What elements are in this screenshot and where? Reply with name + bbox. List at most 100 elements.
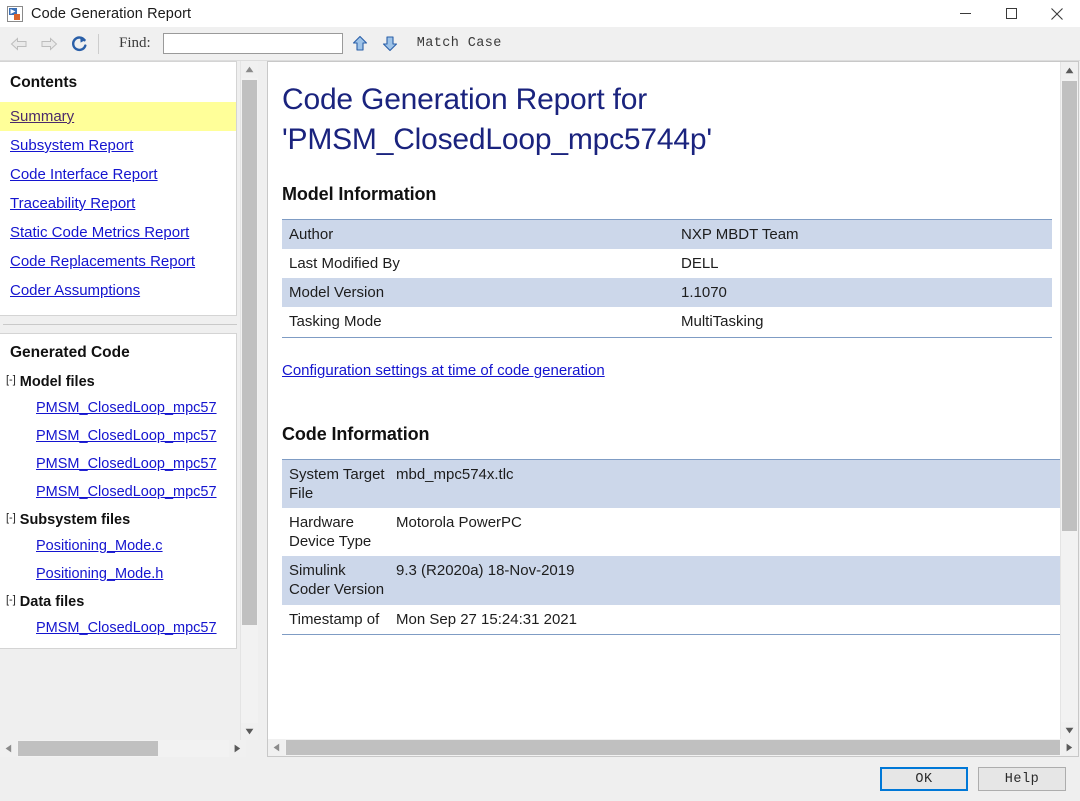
sidebar-content: Contents Summary Subsystem Report Code I… <box>0 61 240 740</box>
table-cell-value: NXP MBDT Team <box>674 218 1052 249</box>
collapse-expander-icon[interactable]: [-] <box>6 374 16 386</box>
sidebar-scroll-corner <box>246 740 263 757</box>
document-scroll-track[interactable] <box>1061 79 1078 722</box>
list-item[interactable]: PMSM_ClosedLoop_mpc57 <box>0 450 236 478</box>
scroll-right-icon[interactable] <box>229 740 246 757</box>
back-arrow-icon[interactable] <box>4 30 34 58</box>
document-vertical-scrollbar[interactable] <box>1060 62 1078 739</box>
title-bar: Code Generation Report <box>0 0 1080 27</box>
minimize-icon[interactable] <box>942 0 988 27</box>
sidebar-item-traceability-report[interactable]: Traceability Report <box>0 189 236 218</box>
sidebar-scrollport: Contents Summary Subsystem Report Code I… <box>0 61 263 740</box>
document-horizontal-scrollbar[interactable] <box>268 739 1078 756</box>
table-cell-key: Model Version <box>282 278 674 308</box>
scroll-up-icon[interactable] <box>241 61 258 78</box>
page-title: Code Generation Report for 'PMSM_ClosedL… <box>282 80 882 160</box>
help-button[interactable]: Help <box>978 767 1066 791</box>
tree-group-model-files[interactable]: [-] Model files <box>0 368 236 394</box>
collapse-expander-icon[interactable]: [-] <box>6 512 16 524</box>
sidebar-scroll-thumb[interactable] <box>242 80 257 625</box>
table-cell-value: DELL <box>674 248 1052 279</box>
search-input[interactable] <box>162 33 343 54</box>
contents-card: Contents Summary Subsystem Report Code I… <box>0 61 237 316</box>
page-title-line1: Code Generation Report for <box>282 83 648 116</box>
code-generation-report-window: Code Generation Report Find: Match Case … <box>0 0 1080 801</box>
main-split: Contents Summary Subsystem Report Code I… <box>0 61 1080 757</box>
table-cell-key: Tasking Mode <box>282 307 674 338</box>
scroll-left-icon[interactable] <box>268 739 285 756</box>
document-hscroll-track[interactable] <box>285 739 1061 756</box>
document-hscroll-thumb[interactable] <box>286 740 1060 755</box>
match-case-option[interactable]: Match Case <box>417 36 502 51</box>
scroll-up-icon[interactable] <box>1061 62 1078 79</box>
list-item[interactable]: PMSM_ClosedLoop_mpc57 <box>0 614 236 642</box>
configuration-settings-link[interactable]: Configuration settings at time of code g… <box>282 362 605 379</box>
scroll-down-icon[interactable] <box>241 723 258 740</box>
table-cell-key: Last Modified By <box>282 248 674 279</box>
table-cell-key: Author <box>282 218 674 249</box>
generated-code-heading: Generated Code <box>10 344 130 361</box>
tree-group-label: Data files <box>19 594 85 610</box>
sidebar-item-code-replacements-report[interactable]: Code Replacements Report <box>0 247 236 276</box>
sidebar-pane: Contents Summary Subsystem Report Code I… <box>0 61 263 757</box>
sidebar-item-summary[interactable]: Summary <box>0 102 236 131</box>
list-item[interactable]: PMSM_ClosedLoop_mpc57 <box>0 394 236 422</box>
dialog-footer: OK Help <box>0 757 1080 801</box>
find-label: Find: <box>119 35 151 51</box>
list-item[interactable]: PMSM_ClosedLoop_mpc57 <box>0 422 236 450</box>
table-row: Author NXP MBDT Team <box>282 218 1052 249</box>
collapse-expander-icon[interactable]: [-] <box>6 594 16 606</box>
scroll-left-icon[interactable] <box>0 740 17 757</box>
table-row: Timestamp of Mon Sep 27 15:24:31 2021 <box>282 604 1060 635</box>
sidebar-horizontal-scrollbar[interactable] <box>0 740 246 757</box>
find-next-icon[interactable] <box>377 30 403 58</box>
sidebar-item-coder-assumptions[interactable]: Coder Assumptions <box>0 276 236 305</box>
sidebar-divider <box>3 324 237 325</box>
sidebar-vertical-scrollbar[interactable] <box>240 61 258 740</box>
tree-group-data-files[interactable]: [-] Data files <box>0 588 236 614</box>
contents-heading: Contents <box>10 74 78 91</box>
table-cell-value: Motorola PowerPC <box>389 507 1060 557</box>
refresh-icon[interactable] <box>64 30 94 58</box>
window-controls <box>942 0 1080 27</box>
table-cell-key: Timestamp of <box>282 604 389 635</box>
sidebar-hscroll-track[interactable] <box>17 740 229 757</box>
close-icon[interactable] <box>1034 0 1080 27</box>
generated-code-card: Generated Code [-] Model files PMSM_Clos… <box>0 333 237 649</box>
table-row: Hardware Device Type Motorola PowerPC <box>282 507 1060 557</box>
matlab-report-icon <box>7 5 23 22</box>
tree-group-label: Model files <box>19 374 95 390</box>
find-previous-icon[interactable] <box>347 30 373 58</box>
tree-group-subsystem-files[interactable]: [-] Subsystem files <box>0 506 236 532</box>
code-information-table: System Target File mbd_mpc574x.tlc Hardw… <box>282 458 1060 635</box>
table-row: Tasking Mode MultiTasking <box>282 307 1052 338</box>
page-title-line2: 'PMSM_ClosedLoop_mpc5744p' <box>282 122 712 156</box>
ok-button[interactable]: OK <box>880 767 968 791</box>
sidebar-item-subsystem-report[interactable]: Subsystem Report <box>0 131 236 160</box>
window-title: Code Generation Report <box>31 5 192 22</box>
table-row: System Target File mbd_mpc574x.tlc <box>282 458 1060 508</box>
toolbar-separator <box>98 33 99 54</box>
scroll-down-icon[interactable] <box>1061 722 1078 739</box>
forward-arrow-icon[interactable] <box>34 30 64 58</box>
list-item[interactable]: PMSM_ClosedLoop_mpc57 <box>0 478 236 506</box>
tree-group-label: Subsystem files <box>19 512 131 528</box>
maximize-icon[interactable] <box>988 0 1034 27</box>
model-information-heading: Model Information <box>282 183 437 204</box>
list-item[interactable]: Positioning_Mode.c <box>0 532 236 560</box>
table-cell-value: 1.1070 <box>674 278 1052 308</box>
table-cell-value: Mon Sep 27 15:24:31 2021 <box>389 604 1060 635</box>
sidebar-hscroll-thumb[interactable] <box>18 741 158 756</box>
table-row: Model Version 1.1070 <box>282 278 1052 308</box>
scroll-right-icon[interactable] <box>1061 739 1078 756</box>
report-document: Code Generation Report for 'PMSM_ClosedL… <box>268 62 1060 739</box>
list-item[interactable]: Positioning_Mode.h <box>0 560 236 588</box>
sidebar-item-code-interface-report[interactable]: Code Interface Report <box>0 160 236 189</box>
sidebar-scroll-track[interactable] <box>241 78 258 723</box>
sidebar-item-static-code-metrics-report[interactable]: Static Code Metrics Report <box>0 218 236 247</box>
table-row: Last Modified By DELL <box>282 248 1052 279</box>
document-scroll-thumb[interactable] <box>1062 81 1077 531</box>
code-information-heading: Code Information <box>282 423 430 444</box>
toolbar: Find: Match Case <box>0 27 1080 61</box>
table-cell-value: 9.3 (R2020a) 18-Nov-2019 <box>389 556 1060 605</box>
